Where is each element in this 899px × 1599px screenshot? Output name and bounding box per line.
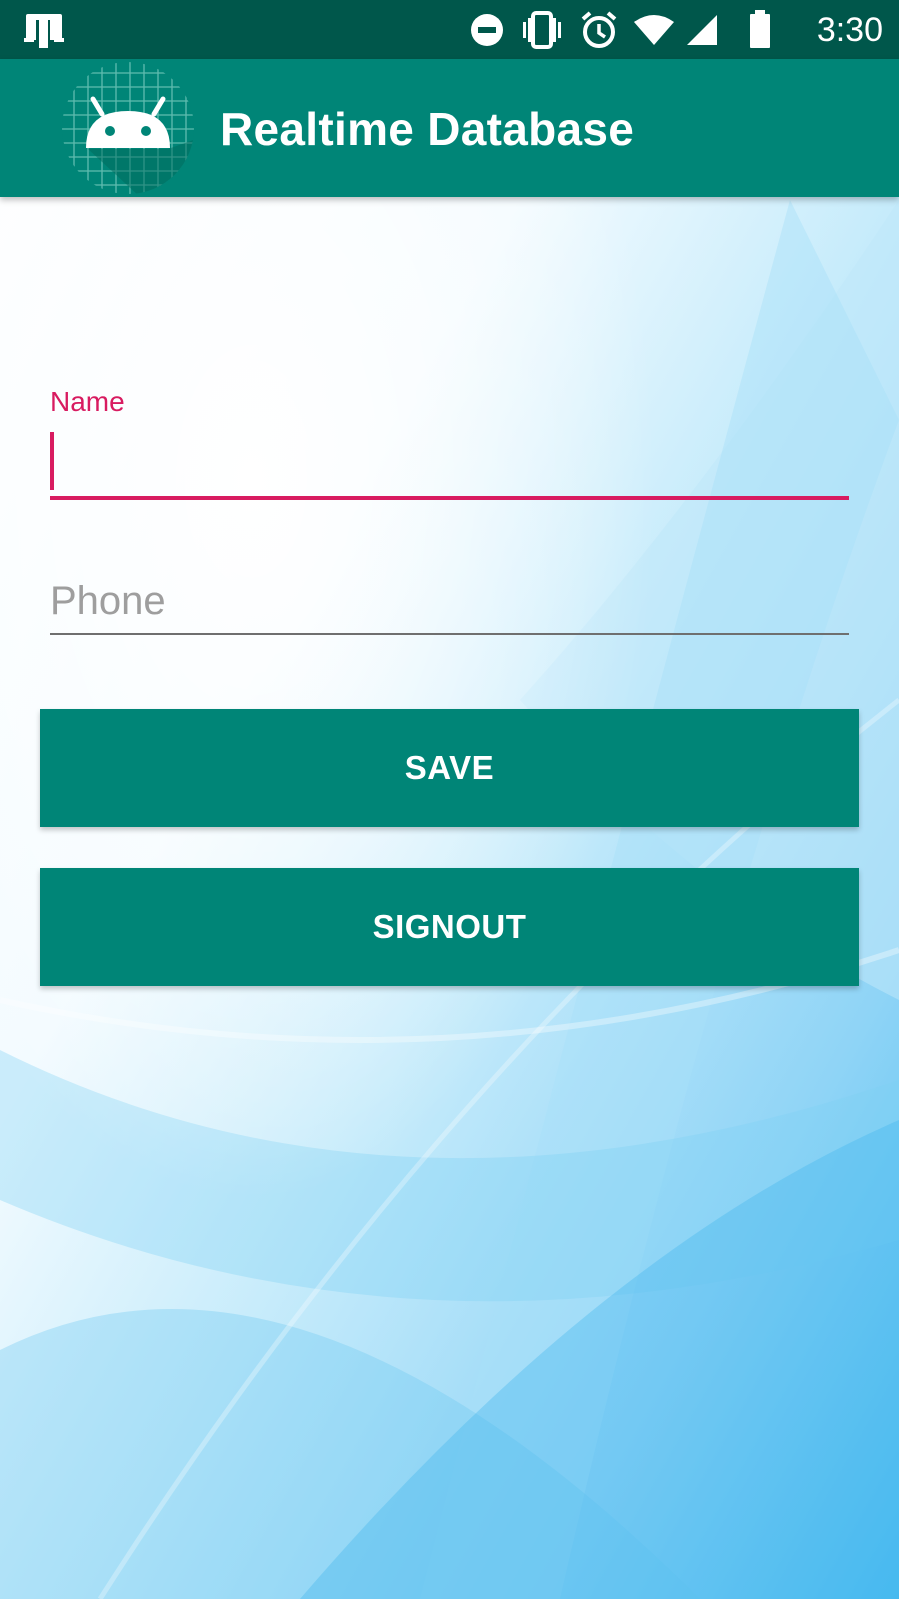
notification-app-icon — [24, 14, 64, 48]
vibrate-icon — [523, 11, 561, 49]
phone-field-underline — [50, 633, 849, 635]
wifi-icon — [634, 15, 674, 45]
save-button[interactable]: SAVE — [40, 709, 859, 827]
app-title: Realtime Database — [220, 103, 635, 155]
text-cursor — [50, 432, 54, 490]
signout-button[interactable]: SIGNOUT — [40, 868, 859, 986]
do-not-disturb-icon — [471, 14, 503, 46]
name-field-label: Name — [50, 386, 125, 417]
android-launcher-icon — [62, 62, 194, 194]
battery-icon — [750, 10, 770, 48]
name-field-underline — [50, 496, 849, 500]
main-content: Name SAVE SIGNOUT — [0, 0, 899, 1599]
alarm-icon — [581, 11, 617, 48]
status-bar: 3:30 — [0, 0, 899, 59]
app-bar: Realtime Database — [0, 59, 899, 197]
status-time: 3:30 — [816, 11, 883, 49]
phone-field[interactable] — [50, 575, 848, 627]
name-field[interactable] — [50, 430, 848, 490]
cellular-signal-icon — [687, 15, 717, 45]
